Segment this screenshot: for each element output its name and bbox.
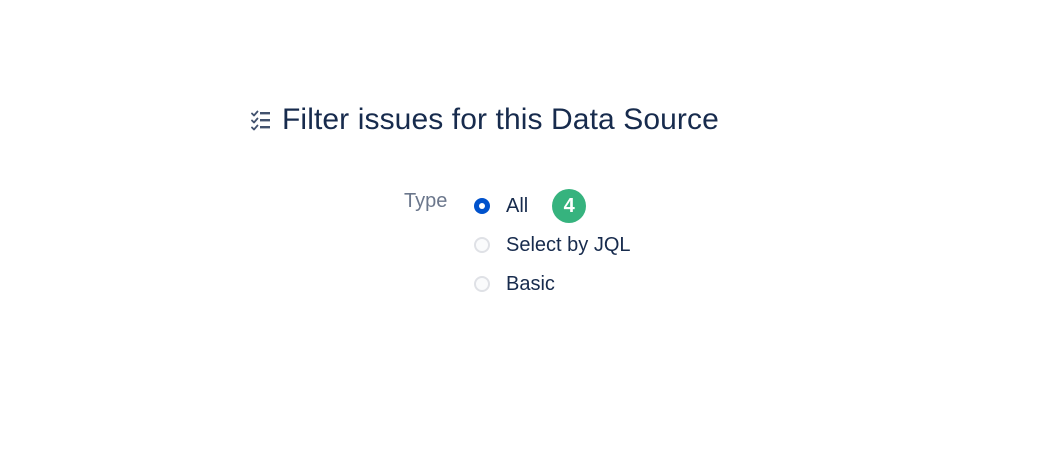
radio-label-basic: Basic <box>506 272 555 295</box>
radio-option-select-by-jql[interactable]: Select by JQL <box>474 225 631 264</box>
radio-option-all[interactable]: All 4 <box>474 186 631 225</box>
radio-button-all[interactable] <box>474 197 490 214</box>
radio-label-select-by-jql: Select by JQL <box>506 233 631 256</box>
issue-count-badge: 4 <box>552 188 587 223</box>
checklist-icon <box>249 108 273 132</box>
radio-button-basic[interactable] <box>474 275 490 292</box>
type-label: Type <box>404 190 448 212</box>
radio-button-select-by-jql[interactable] <box>474 236 490 253</box>
radio-label-all: All <box>506 194 529 217</box>
page-title: Filter issues for this Data Source <box>282 103 719 136</box>
radio-option-basic[interactable]: Basic <box>474 264 631 303</box>
filter-page: Filter issues for this Data Source Type … <box>0 0 1048 464</box>
section-header: Filter issues for this Data Source <box>249 101 719 139</box>
type-radio-group: All 4 Select by JQL Basic <box>474 186 631 303</box>
